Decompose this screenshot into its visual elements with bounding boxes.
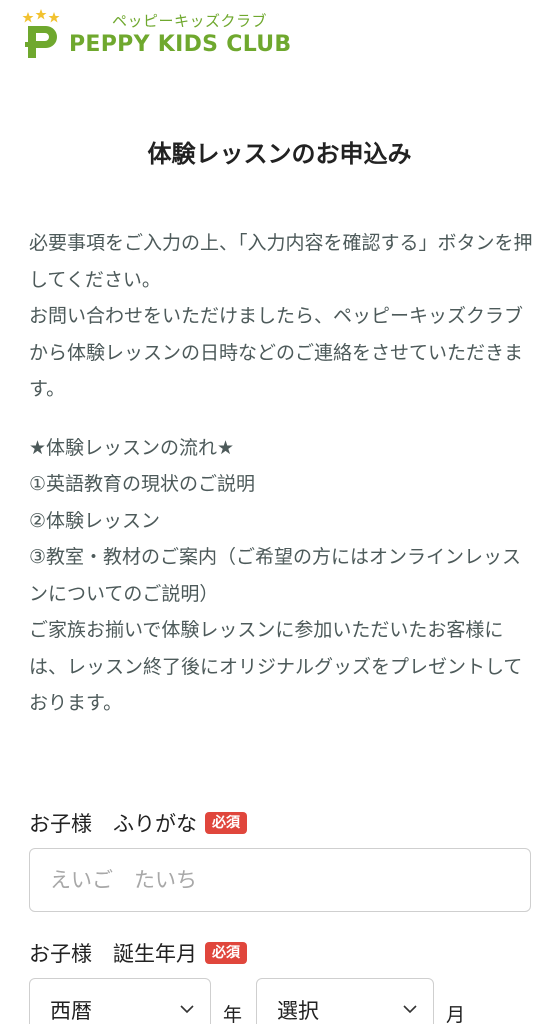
birth-month-select-value: 選択 [277, 999, 319, 1023]
gift-note: ご家族お揃いで体験レッスンに参加いただいたお客様には、レッスン終了後にオリジナル… [29, 619, 523, 714]
furigana-label-text: お子様 ふりがな [29, 812, 197, 836]
peppy-kids-club-logo[interactable]: ペッピーキッズクラブ PEPPY KIDS CLUB [22, 8, 291, 64]
logo-kana-text: ペッピーキッズクラブ [112, 12, 268, 30]
lesson-flow-heading: ★体験レッスンの流れ★ [29, 436, 235, 459]
furigana-field-label: お子様 ふりがな 必須 [29, 808, 247, 838]
site-header: ペッピーキッズクラブ PEPPY KIDS CLUB [0, 0, 559, 70]
chevron-down-icon [180, 1005, 194, 1014]
intro-paragraph-instructions: 必要事項をご入力の上、「入力内容を確認する」ボタンを押してください。 [29, 232, 533, 291]
page-title: 体験レッスンのお申込み [147, 140, 412, 168]
lesson-flow-step-2: ②体験レッスン [29, 509, 161, 532]
birthdate-field-label: お子様 誕生年月 必須 [29, 938, 247, 968]
chevron-down-icon [403, 1005, 417, 1014]
birth-month-select[interactable]: 選択 [256, 978, 434, 1024]
year-unit-label: 年 [223, 1004, 243, 1024]
birthdate-label-text: お子様 誕生年月 [29, 942, 197, 966]
lesson-flow-step-3: ③教室・教材のご案内（ご希望の方にはオンラインレッスンについてのご説明） [29, 546, 522, 605]
birth-year-select[interactable]: 西暦 [29, 978, 211, 1024]
birth-year-select-value: 西暦 [50, 999, 92, 1023]
logo-mark-icon [22, 9, 60, 58]
furigana-input[interactable] [29, 848, 531, 912]
month-unit-label: 月 [446, 1004, 466, 1024]
intro-text: 必要事項をご入力の上、「入力内容を確認する」ボタンを押してください。 お問い合わ… [29, 225, 534, 722]
required-badge: 必須 [205, 942, 247, 964]
intro-paragraph-contact: お問い合わせをいただけましたら、ペッピーキッズクラブから体験レッスンの日時などの… [29, 305, 524, 400]
required-badge: 必須 [205, 812, 247, 834]
lesson-flow-step-1: ①英語教育の現状のご説明 [29, 473, 256, 495]
logo-name-text: PEPPY KIDS CLUB [69, 32, 292, 57]
